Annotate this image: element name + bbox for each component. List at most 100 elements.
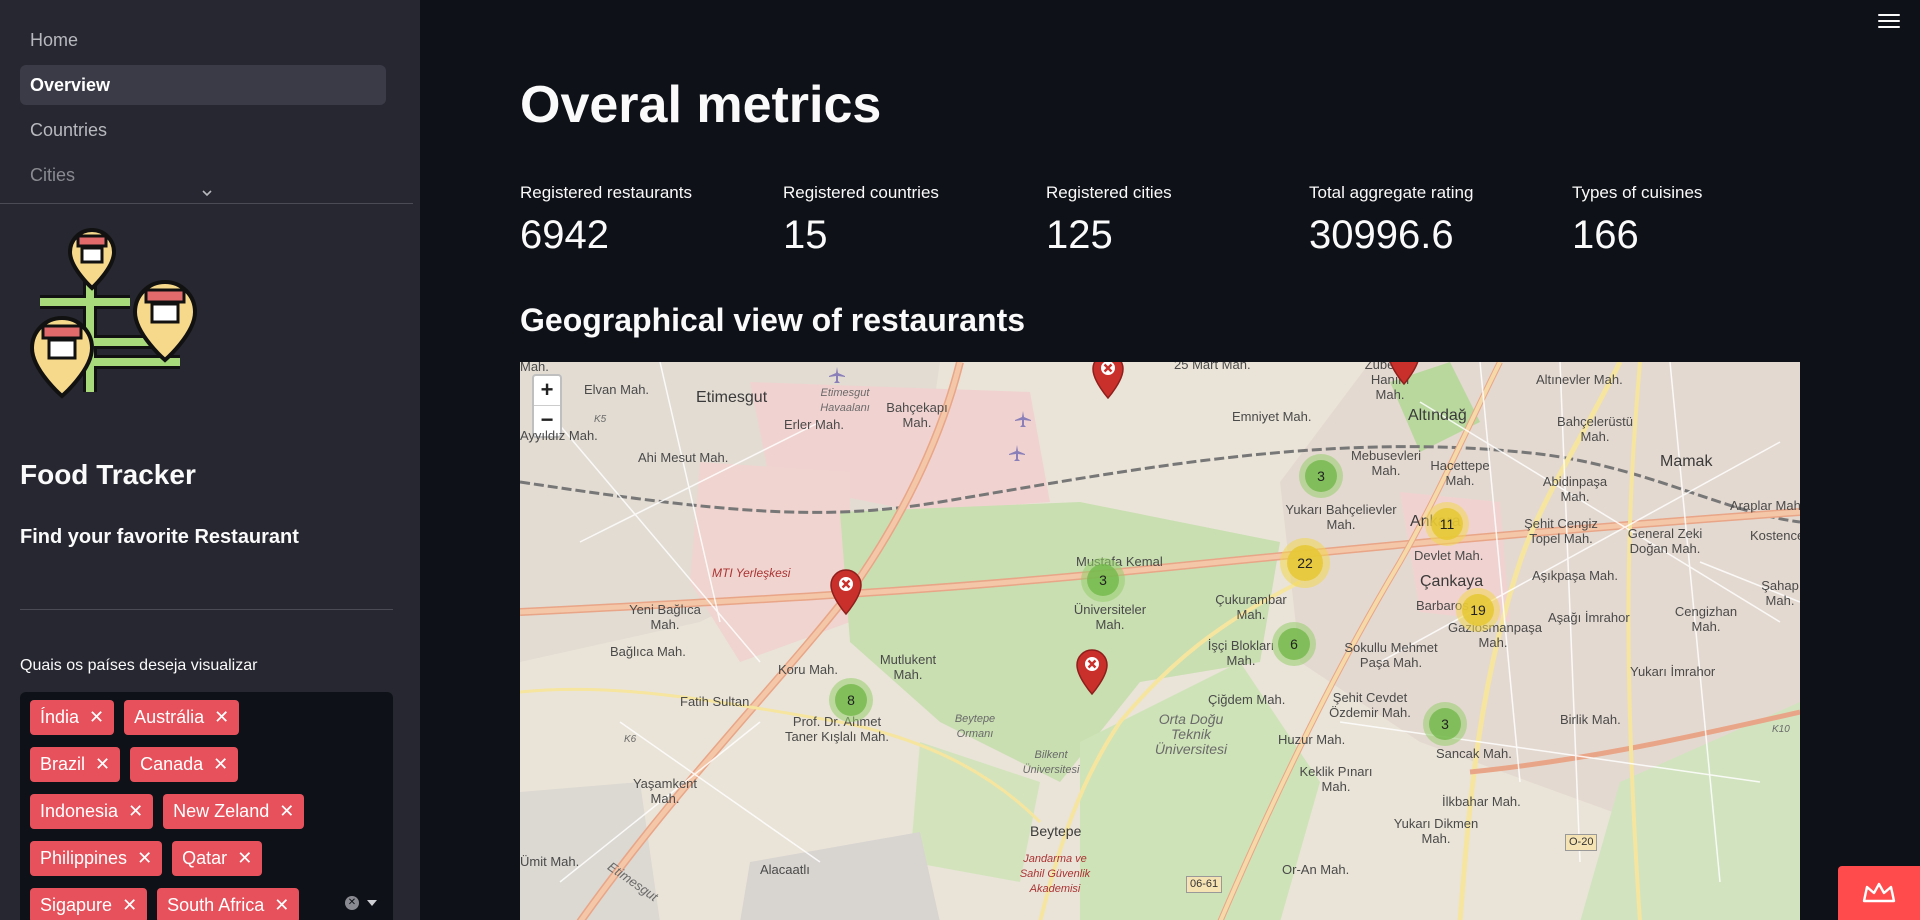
tag-label: Indonesia <box>40 801 119 821</box>
map-cluster[interactable]: 11 <box>1425 502 1469 546</box>
map-label: Mamak <box>1660 453 1713 470</box>
brand-title: Food Tracker <box>20 459 196 490</box>
map-label: Beytepe Ormanı <box>954 713 996 740</box>
cluster-count: 19 <box>1462 594 1494 626</box>
metric-value: 166 <box>1572 213 1639 257</box>
map-label: Altındağ <box>1408 407 1467 424</box>
tag-label: Austrália <box>134 707 205 727</box>
country-tag[interactable]: Canada ✕ <box>130 747 239 782</box>
metric-label: Registered restaurants <box>520 183 692 202</box>
airport-icon <box>1009 445 1025 461</box>
restaurant-marker-icon[interactable] <box>1074 648 1110 696</box>
main-menu-icon[interactable] <box>1878 14 1900 32</box>
map-label: Beytepe <box>1030 823 1082 839</box>
map-label: Mebusevleri Mah. <box>1350 448 1422 478</box>
map-cluster[interactable]: 8 <box>829 678 873 722</box>
metric-value: 15 <box>783 213 828 257</box>
close-icon[interactable]: ✕ <box>279 801 294 822</box>
close-icon[interactable]: ✕ <box>214 707 229 728</box>
sidebar-nav: Home Overview Countries Cities <box>20 20 386 200</box>
restaurant-marker-icon[interactable] <box>1090 362 1126 400</box>
map-label: Bağlıca Mah. <box>610 644 686 659</box>
restaurant-map[interactable]: + − Elvan Mah. Etimesgut Etimesgut Havaa… <box>520 362 1800 920</box>
map-label: Mah. <box>520 362 549 374</box>
food-tracker-logo <box>20 222 210 412</box>
metric-label: Registered cities <box>1046 183 1172 202</box>
restaurant-marker-icon[interactable] <box>828 568 864 616</box>
map-label: Etimesgut <box>696 389 768 406</box>
country-multiselect[interactable]: Índia ✕ Austrália ✕ Brazil ✕ Canada ✕ Indone… <box>20 692 393 920</box>
cluster-count: 6 <box>1278 628 1310 660</box>
cluster-count: 3 <box>1087 564 1119 596</box>
country-tag[interactable]: Qatar ✕ <box>172 841 263 876</box>
brand-subtitle: Find your favorite Restaurant <box>20 526 299 548</box>
map-cluster[interactable]: 3 <box>1081 558 1125 602</box>
close-icon[interactable]: ✕ <box>213 754 228 775</box>
map-cluster[interactable]: 3 <box>1423 702 1467 746</box>
country-tag[interactable]: New Zeland ✕ <box>163 794 305 829</box>
metric-restaurants: Registered restaurants 6942 <box>520 183 783 258</box>
nav-item-countries[interactable]: Countries <box>20 110 386 150</box>
close-icon[interactable]: ✕ <box>122 895 137 916</box>
nav-item-overview[interactable]: Overview <box>20 65 386 105</box>
map-cluster[interactable]: 3 <box>1299 454 1343 498</box>
cluster-count: 11 <box>1431 508 1463 540</box>
metric-label: Total aggregate rating <box>1309 183 1474 202</box>
country-tag[interactable]: Brazil ✕ <box>30 747 121 782</box>
close-icon[interactable]: ✕ <box>137 848 152 869</box>
country-tag[interactable]: Sigapure ✕ <box>30 888 148 920</box>
country-tag[interactable]: South Africa ✕ <box>157 888 300 920</box>
map-label: Aşıkpaşa Mah. <box>1532 568 1618 583</box>
map-label: Alacaatlı <box>760 862 810 877</box>
streamlit-badge[interactable] <box>1838 866 1920 920</box>
zoom-in-button[interactable]: + <box>534 376 560 406</box>
map-label: Yukarı İmrahor <box>1630 664 1716 679</box>
chevron-down-icon[interactable] <box>200 186 214 200</box>
country-tag[interactable]: Philippines ✕ <box>30 841 163 876</box>
road-shield: 06-61 <box>1186 876 1223 893</box>
cluster-count: 8 <box>835 684 867 716</box>
restaurant-marker-icon[interactable] <box>1386 362 1422 386</box>
map-label: MTI Yerleşkesi <box>712 566 791 580</box>
cluster-count: 3 <box>1429 708 1461 740</box>
metric-rating: Total aggregate rating 30996.6 <box>1309 183 1572 258</box>
nav-divider <box>0 203 413 204</box>
map-label: Bahçelerüstü Mah. <box>1557 414 1633 444</box>
map-base-tiles <box>520 362 1800 920</box>
dropdown-caret-icon[interactable] <box>367 900 377 906</box>
map-label: Ahi Mesut Mah. <box>638 450 729 465</box>
close-icon[interactable]: ✕ <box>237 848 252 869</box>
sidebar: Home Overview Countries Cities Food Trac… <box>0 0 420 920</box>
road-label: K10 <box>1772 724 1790 735</box>
map-label: Sancak Mah. <box>1436 746 1512 761</box>
close-icon[interactable]: ✕ <box>95 754 110 775</box>
cluster-count: 22 <box>1287 545 1323 581</box>
map-label: Etimesgut Havaalanı <box>820 387 870 414</box>
close-icon[interactable]: ✕ <box>274 895 289 916</box>
map-cluster[interactable]: 19 <box>1456 588 1500 632</box>
country-tag[interactable]: Indonesia ✕ <box>30 794 154 829</box>
map-label: Hacettepe Mah. <box>1430 458 1490 488</box>
map-label: Şahap Mah. <box>1761 578 1799 608</box>
country-tag[interactable]: Austrália ✕ <box>124 700 240 735</box>
road-label: K6 <box>624 734 637 745</box>
map-label: Or-An Mah. <box>1282 862 1350 877</box>
map-label: Cengizhan Mah. <box>1674 604 1738 634</box>
airport-icon <box>829 367 845 383</box>
close-icon[interactable]: ✕ <box>128 801 143 822</box>
map-label: İlkbahar Mah. <box>1442 794 1521 809</box>
close-icon[interactable]: ✕ <box>89 707 104 728</box>
map-section-title: Geographical view of restaurants <box>520 302 1026 338</box>
metric-countries: Registered countries 15 <box>783 183 1046 258</box>
nav-item-home[interactable]: Home <box>20 20 386 60</box>
map-cluster[interactable]: 22 <box>1280 538 1330 588</box>
metric-value: 125 <box>1046 213 1113 257</box>
map-label: Huzur Mah. <box>1278 732 1346 747</box>
tag-label: Índia <box>40 707 80 727</box>
map-cluster[interactable]: 6 <box>1272 622 1316 666</box>
clear-all-icon[interactable]: ✕ <box>345 896 359 910</box>
country-tag[interactable]: Índia ✕ <box>30 700 115 735</box>
map-label: Çukurambar Mah. <box>1215 592 1287 622</box>
tag-label: Canada <box>140 754 204 774</box>
map-label: Yeni Bağlıca Mah. <box>629 602 701 632</box>
